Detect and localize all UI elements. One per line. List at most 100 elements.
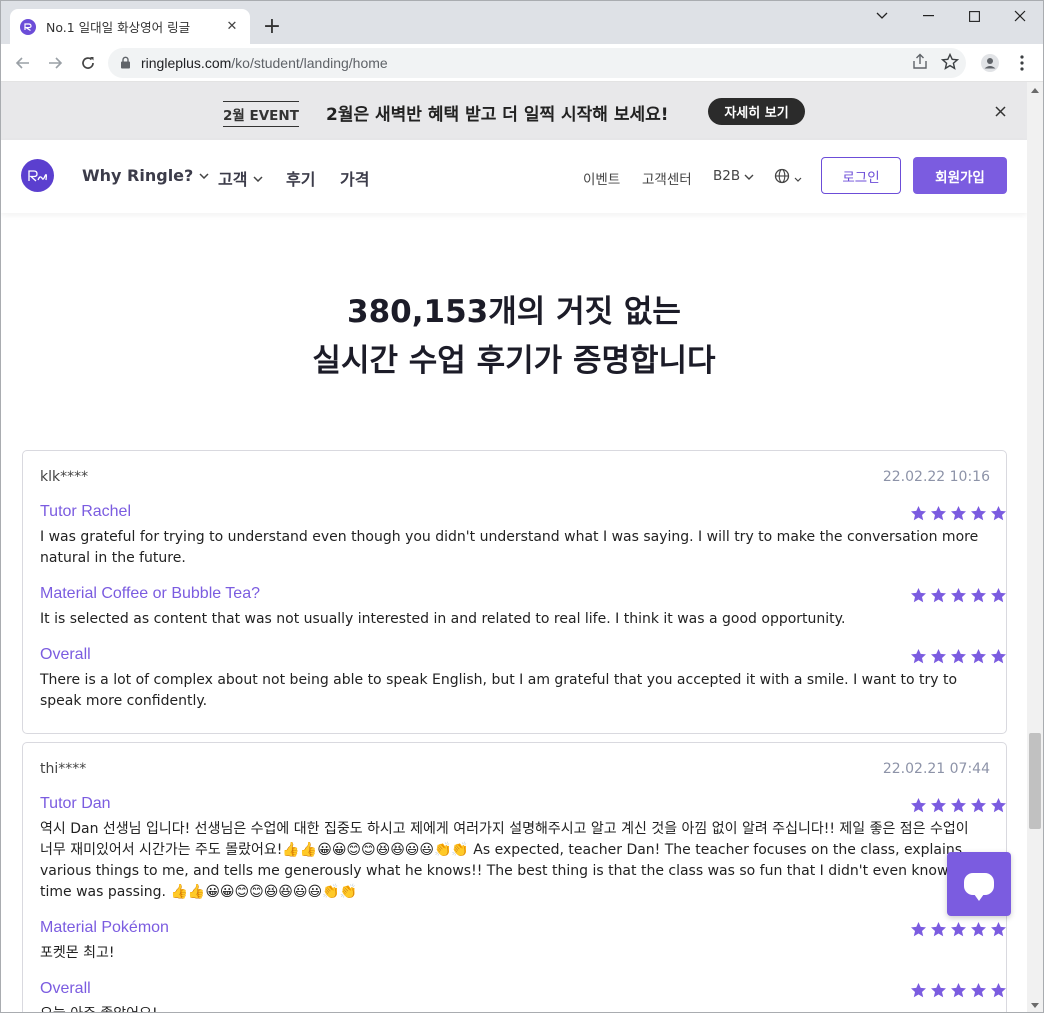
review-date: 22.02.22 10:16 bbox=[882, 469, 990, 485]
signup-button[interactable]: 회원가입 bbox=[913, 157, 1007, 194]
language-selector[interactable] bbox=[774, 168, 802, 188]
scrollbar-thumb[interactable] bbox=[1029, 733, 1041, 829]
reviews-headline: 380,153개의 거짓 없는 실시간 수업 후기가 증명합니다 bbox=[1, 288, 1027, 386]
review-section-text: There is a lot of complex about not bein… bbox=[40, 672, 958, 709]
review-user: klk**** bbox=[40, 469, 89, 485]
browser-toolbar: ringleplus.com/ko/student/landing/home bbox=[1, 44, 1043, 82]
address-bar[interactable]: ringleplus.com/ko/student/landing/home bbox=[108, 48, 966, 78]
chevron-down-icon bbox=[199, 169, 209, 182]
browser-tab[interactable]: No.1 일대일 화상영어 링글 ✕ bbox=[10, 9, 250, 44]
ringle-favicon-icon bbox=[20, 18, 36, 35]
star-rating bbox=[910, 797, 1007, 814]
reload-icon[interactable] bbox=[74, 49, 102, 77]
review-section-label: Overall bbox=[40, 646, 91, 663]
maximize-icon[interactable] bbox=[951, 1, 997, 31]
window-close-icon[interactable] bbox=[997, 1, 1043, 31]
nav-customers-label: 고객 bbox=[218, 170, 248, 189]
star-icon bbox=[991, 588, 1006, 603]
star-icon bbox=[931, 649, 946, 664]
back-icon[interactable] bbox=[9, 49, 37, 77]
site-navbar: Why Ringle? 고객 후기 가격 이벤트 고객센터 B2B 로그인 회원… bbox=[1, 140, 1027, 213]
nav-why-ringle[interactable]: Why Ringle? bbox=[82, 166, 209, 185]
nav-why-label: Why Ringle? bbox=[82, 166, 194, 185]
star-icon bbox=[911, 649, 926, 664]
ringle-logo[interactable] bbox=[21, 159, 54, 192]
chevron-down-icon bbox=[253, 172, 263, 185]
bookmark-star-icon[interactable] bbox=[940, 52, 960, 76]
tab-title: No.1 일대일 화상영어 링글 bbox=[46, 20, 191, 35]
url-text: ringleplus.com/ko/student/landing/home bbox=[141, 55, 388, 71]
page-scrollbar[interactable] bbox=[1027, 82, 1043, 1012]
nav-b2b[interactable]: B2B bbox=[713, 168, 754, 184]
browser-window: No.1 일대일 화상영어 링글 ✕ + ringleplus.com/ko/s… bbox=[0, 0, 1044, 1013]
star-icon bbox=[991, 649, 1006, 664]
share-icon[interactable] bbox=[910, 52, 930, 76]
nav-support[interactable]: 고객센터 bbox=[642, 168, 692, 188]
star-icon bbox=[971, 798, 986, 813]
minimize-icon[interactable] bbox=[905, 1, 951, 31]
headline-line-2: 실시간 수업 후기가 증명합니다 bbox=[312, 343, 716, 379]
star-rating bbox=[910, 648, 1007, 665]
review-section-label: Material Coffee or Bubble Tea? bbox=[40, 585, 260, 602]
globe-icon bbox=[774, 168, 790, 188]
chevron-down-icon bbox=[794, 170, 802, 186]
star-icon bbox=[911, 922, 926, 937]
tab-strip: No.1 일대일 화상영어 링글 ✕ + bbox=[1, 1, 1043, 44]
star-icon bbox=[971, 922, 986, 937]
review-section-text: 역시 Dan 선생님 입니다! 선생님은 수업에 대한 집중도 하시고 제에게 … bbox=[40, 821, 976, 900]
star-icon bbox=[931, 983, 946, 998]
chevron-down-icon bbox=[744, 168, 754, 184]
star-rating bbox=[910, 505, 1007, 522]
star-icon bbox=[951, 506, 966, 521]
review-section-label: Tutor Rachel bbox=[40, 503, 131, 520]
chat-bubble-icon bbox=[964, 873, 994, 901]
star-icon bbox=[951, 983, 966, 998]
star-icon bbox=[971, 588, 986, 603]
review-section-label: Overall bbox=[40, 980, 91, 997]
lock-icon bbox=[120, 54, 131, 73]
star-icon bbox=[911, 983, 926, 998]
event-detail-button[interactable]: 자세히 보기 bbox=[708, 98, 805, 125]
star-icon bbox=[931, 506, 946, 521]
review-section: Material Coffee or Bubble Tea? It is sel… bbox=[40, 585, 1006, 630]
review-section-label: Material Pokémon bbox=[40, 919, 169, 936]
review-section-text: 오늘 아주 좋았어요! bbox=[40, 1004, 985, 1012]
star-icon bbox=[951, 649, 966, 664]
nav-b2b-label: B2B bbox=[713, 168, 741, 184]
nav-customers[interactable]: 고객 bbox=[218, 166, 263, 190]
star-icon bbox=[951, 798, 966, 813]
star-icon bbox=[971, 506, 986, 521]
star-icon bbox=[991, 506, 1006, 521]
review-section: Tutor Dan 역시 Dan 선생님 입니다! 선생님은 수업에 대한 집중… bbox=[40, 795, 1006, 903]
star-icon bbox=[911, 506, 926, 521]
login-button[interactable]: 로그인 bbox=[821, 157, 901, 194]
star-icon bbox=[931, 798, 946, 813]
scroll-up-arrow-icon[interactable] bbox=[1031, 88, 1039, 93]
nav-reviews[interactable]: 후기 bbox=[286, 166, 315, 190]
star-icon bbox=[951, 588, 966, 603]
review-date: 22.02.21 07:44 bbox=[882, 761, 990, 777]
scroll-down-arrow-icon[interactable] bbox=[1031, 1003, 1039, 1008]
review-section-text: It is selected as content that was not u… bbox=[40, 611, 846, 627]
new-tab-icon[interactable]: + bbox=[259, 13, 285, 39]
forward-icon[interactable] bbox=[41, 49, 69, 77]
nav-events[interactable]: 이벤트 bbox=[583, 168, 620, 188]
star-icon bbox=[971, 983, 986, 998]
star-rating bbox=[910, 587, 1007, 604]
profile-avatar-icon[interactable] bbox=[976, 49, 1004, 77]
review-section-text: I was grateful for trying to understand … bbox=[40, 529, 979, 566]
star-icon bbox=[971, 649, 986, 664]
star-icon bbox=[951, 922, 966, 937]
star-icon bbox=[931, 588, 946, 603]
browser-menu-icon[interactable] bbox=[1008, 49, 1036, 77]
tab-search-chevron-icon[interactable] bbox=[859, 1, 905, 31]
nav-pricing[interactable]: 가격 bbox=[340, 166, 369, 190]
tab-close-icon[interactable]: ✕ bbox=[224, 19, 240, 35]
review-section-label: Tutor Dan bbox=[40, 795, 111, 812]
review-section: Material Pokémon 포켓몬 최고! bbox=[40, 919, 1006, 964]
star-icon bbox=[911, 588, 926, 603]
chat-button[interactable] bbox=[947, 852, 1011, 916]
review-user: thi**** bbox=[40, 761, 87, 777]
star-icon bbox=[991, 922, 1006, 937]
banner-close-icon[interactable] bbox=[989, 100, 1011, 122]
